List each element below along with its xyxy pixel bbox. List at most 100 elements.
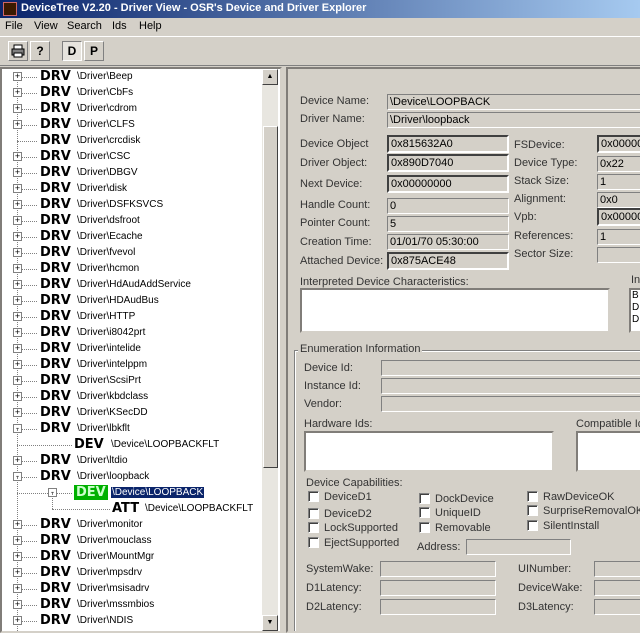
tree-item[interactable]: DRV \Driver\crcdisk xyxy=(2,133,262,149)
tree-item[interactable]: + DRV \Driver\Beep xyxy=(2,69,262,85)
tree-item[interactable]: + DRV \Driver\CSC xyxy=(2,149,262,165)
print-button[interactable] xyxy=(8,41,28,61)
tree-item[interactable]: + DRV \Driver\hcmon xyxy=(2,261,262,277)
silent-install-checkbox[interactable] xyxy=(527,520,538,531)
tree-item[interactable]: + DRV \Driver\intelide xyxy=(2,341,262,357)
tree-item[interactable]: + DRV \Driver\mpsdrv xyxy=(2,565,262,581)
tree-item[interactable]: + DRV \Driver\msisadrv xyxy=(2,581,262,597)
device-object-field[interactable]: 0x815632A0 xyxy=(387,135,509,153)
vpb-field[interactable]: 0x00000 xyxy=(597,208,640,226)
partial-right-box[interactable]: B D D xyxy=(629,288,640,333)
expand-icon[interactable]: + xyxy=(13,568,22,577)
tree-item[interactable]: + DRV \Driver\DBGV xyxy=(2,165,262,181)
menu-ids[interactable]: Ids xyxy=(112,20,127,32)
expand-icon[interactable]: + xyxy=(13,408,22,417)
expand-icon[interactable]: + xyxy=(13,536,22,545)
menu-view[interactable]: View xyxy=(34,20,58,32)
expand-icon[interactable]: + xyxy=(13,456,22,465)
tree-item[interactable]: + DRV \Driver\HDAudBus xyxy=(2,293,262,309)
expand-icon[interactable]: + xyxy=(13,328,22,337)
driver-object-field[interactable]: 0x890D7040 xyxy=(387,154,509,172)
tree-item[interactable]: + DRV \Driver\NDIS xyxy=(2,613,262,629)
scroll-down-button[interactable]: ▼ xyxy=(262,615,278,631)
tree-item[interactable]: DEV \Device\LOOPBACKFLT xyxy=(2,429,262,453)
expand-icon[interactable]: + xyxy=(13,152,22,161)
expand-icon[interactable]: + xyxy=(13,600,22,609)
driver-view-button[interactable]: D xyxy=(62,41,82,61)
tree-item[interactable]: + DRV \Driver\mssmbios xyxy=(2,597,262,613)
help-button[interactable]: ? xyxy=(30,41,50,61)
next-device-field[interactable]: 0x00000000 xyxy=(387,175,509,193)
expand-icon[interactable]: + xyxy=(13,280,22,289)
expand-icon[interactable]: + xyxy=(13,360,22,369)
menu-help[interactable]: Help xyxy=(139,20,162,32)
expand-icon[interactable]: + xyxy=(13,296,22,305)
hardware-ids-box[interactable] xyxy=(304,431,554,472)
expand-icon[interactable]: + xyxy=(13,312,22,321)
tree-item[interactable]: - DEV \Device\LOOPBACK xyxy=(2,477,262,501)
expand-icon[interactable]: + xyxy=(13,120,22,129)
expand-icon[interactable]: + xyxy=(13,552,22,561)
device-d1-checkbox[interactable] xyxy=(308,491,319,502)
expand-icon[interactable]: + xyxy=(13,248,22,257)
tree-item[interactable]: + DRV \Driver\CLFS xyxy=(2,117,262,133)
tree-item[interactable]: + DRV \Driver\cdrom xyxy=(2,101,262,117)
tree-item[interactable]: + DRV \Driver\intelppm xyxy=(2,357,262,373)
expand-icon[interactable]: + xyxy=(13,104,22,113)
tree-item[interactable]: + DRV \Driver\mouclass xyxy=(2,533,262,549)
expand-icon[interactable]: + xyxy=(13,200,22,209)
tree-item[interactable]: + DRV \Driver\KSecDD xyxy=(2,405,262,421)
tree-item[interactable]: + DRV \Driver\HTTP xyxy=(2,309,262,325)
unique-id-checkbox[interactable] xyxy=(419,507,430,518)
tree-item[interactable]: + DRV \Driver\HdAudAddService xyxy=(2,277,262,293)
removable-checkbox[interactable] xyxy=(419,522,430,533)
expand-icon[interactable]: + xyxy=(13,264,22,273)
raw-device-ok-checkbox[interactable] xyxy=(527,491,538,502)
tree-item[interactable]: + DRV \Driver\kbdclass xyxy=(2,389,262,405)
tree-item-path: \Driver\HdAudAddService xyxy=(77,279,191,290)
eject-supported-checkbox[interactable] xyxy=(308,537,319,548)
tree-item[interactable]: + DRV \Driver\Ecache xyxy=(2,229,262,245)
scroll-up-button[interactable]: ▲ xyxy=(262,69,278,85)
tree-item[interactable]: + DRV \Driver\DSFKSVCS xyxy=(2,197,262,213)
menu-search[interactable]: Search xyxy=(67,20,102,32)
expand-icon[interactable]: + xyxy=(13,520,22,529)
menu-file[interactable]: File xyxy=(5,20,23,32)
fsdevice-field[interactable]: 0x00000 xyxy=(597,135,640,153)
tree-item[interactable]: + DRV \Driver\ltdio xyxy=(2,453,262,469)
compatible-ids-box[interactable] xyxy=(576,431,640,472)
surprise-removal-ok-checkbox[interactable] xyxy=(527,505,538,516)
expand-icon[interactable]: + xyxy=(13,376,22,385)
tree-item[interactable]: + DRV \Driver\CbFs xyxy=(2,85,262,101)
device-d2-checkbox[interactable] xyxy=(308,508,319,519)
tree-item[interactable]: ATT \Device\LOOPBACKFLT xyxy=(2,493,262,517)
attached-device-field[interactable]: 0x875ACE48 xyxy=(387,252,509,270)
tree-item[interactable]: + DRV \Driver\MountMgr xyxy=(2,549,262,565)
tree-item-path: \Driver\HDAudBus xyxy=(77,295,159,306)
expand-icon[interactable]: + xyxy=(13,216,22,225)
plugplay-view-button[interactable]: P xyxy=(84,41,104,61)
dock-device-checkbox[interactable] xyxy=(419,493,430,504)
interpreted-chars-box[interactable] xyxy=(300,288,610,333)
lock-supported-checkbox[interactable] xyxy=(308,522,319,533)
tree-item[interactable]: + DRV \Driver\dsfroot xyxy=(2,213,262,229)
tree-item[interactable]: - DRV \Driver\lbkflt xyxy=(2,421,262,437)
expand-icon[interactable]: + xyxy=(13,232,22,241)
expand-icon[interactable]: + xyxy=(13,344,22,353)
tree-item[interactable]: + DRV \Driver\fvevol xyxy=(2,245,262,261)
expand-icon[interactable]: + xyxy=(13,392,22,401)
expand-icon[interactable]: + xyxy=(13,72,22,81)
expand-icon[interactable]: + xyxy=(13,184,22,193)
expand-icon[interactable]: + xyxy=(13,168,22,177)
scroll-thumb[interactable] xyxy=(263,126,278,468)
tree-item[interactable]: + DRV \Driver\monitor xyxy=(2,517,262,533)
expand-icon[interactable]: + xyxy=(13,584,22,593)
tree-item[interactable]: + DRV \Driver\ScsiPrt xyxy=(2,373,262,389)
driver-tree[interactable]: + DRV \Driver\Beep + DRV \Driver\CbFs + DRV \Dri… xyxy=(0,67,282,633)
tree-item[interactable]: + DRV \Driver\i8042prt xyxy=(2,325,262,341)
tree-item[interactable]: + DRV \Driver\disk xyxy=(2,181,262,197)
expand-icon[interactable]: + xyxy=(13,88,22,97)
tree-item[interactable]: - DRV \Driver\loopback xyxy=(2,469,262,485)
sector-size-label: Sector Size: xyxy=(514,248,574,260)
expand-icon[interactable]: + xyxy=(13,616,22,625)
